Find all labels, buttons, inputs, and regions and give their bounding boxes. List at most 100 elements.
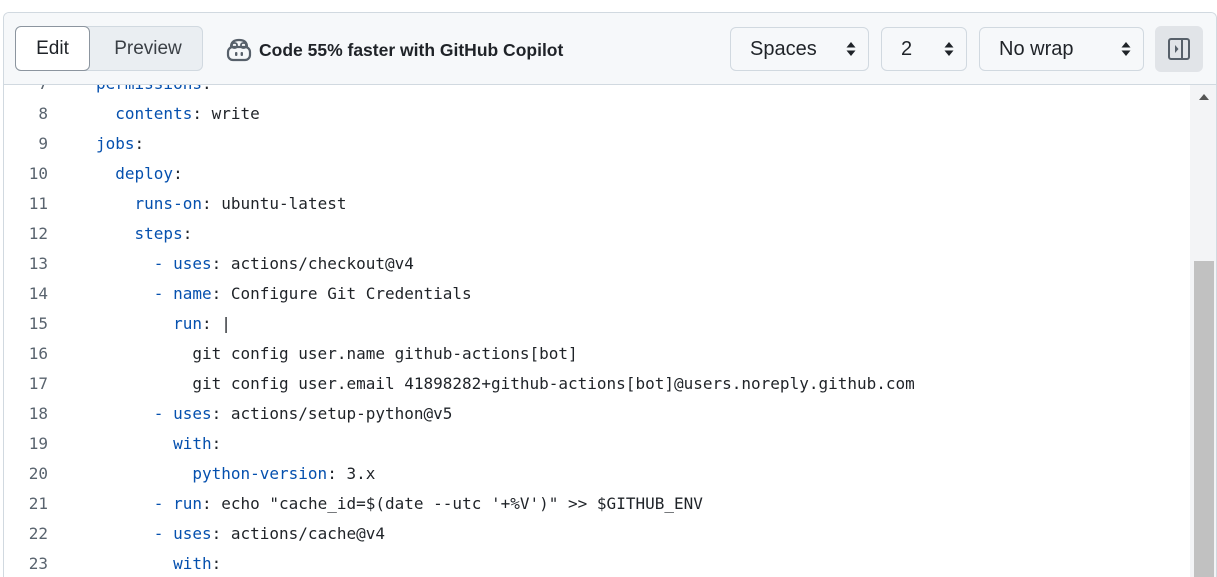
yaml-key: name: [173, 284, 212, 303]
code-line[interactable]: 20 python-version: 3.x: [4, 459, 1190, 489]
edit-tab-button[interactable]: Edit: [15, 26, 90, 71]
yaml-value: 3.x: [336, 464, 376, 483]
line-number: 22: [28, 524, 48, 543]
yaml-value: actions/setup-python@v5: [221, 404, 453, 423]
line-text: permissions:: [96, 85, 212, 99]
line-text: deploy:: [96, 159, 183, 189]
copilot-promo[interactable]: Code 55% faster with GitHub Copilot: [226, 37, 563, 63]
yaml-key: uses: [173, 404, 212, 423]
code-line[interactable]: 21 - run: echo "cache_id=$(date --utc '+…: [4, 489, 1190, 519]
colon: :: [182, 224, 193, 243]
line-number: 13: [28, 254, 48, 273]
line-text: with:: [96, 549, 221, 577]
indent-size-value: 2: [901, 37, 913, 60]
code-line[interactable]: 16 git config user.name github-actions[b…: [4, 339, 1190, 369]
yaml-value: git config user.name github-actions[bot]: [192, 344, 578, 363]
line-text: - run: echo "cache_id=$(date --utc '+%V'…: [96, 489, 703, 519]
line-text: contents: write: [96, 99, 260, 129]
code-line[interactable]: 12 steps:: [4, 219, 1190, 249]
line-number: 8: [38, 104, 48, 123]
side-panel-icon: [1168, 38, 1190, 60]
yaml-key: permissions: [96, 85, 202, 93]
line-text: - uses: actions/checkout@v4: [96, 249, 414, 279]
yaml-key: with: [173, 434, 212, 453]
line-number: 19: [28, 434, 48, 453]
code-line[interactable]: 13 - uses: actions/checkout@v4: [4, 249, 1190, 279]
code-line[interactable]: 11 runs-on: ubuntu-latest: [4, 189, 1190, 219]
line-number: 14: [28, 284, 48, 303]
indent-mode-value: Spaces: [750, 37, 817, 60]
list-dash: -: [153, 284, 174, 303]
yaml-key: jobs: [96, 134, 135, 153]
code-line[interactable]: 7 permissions:: [4, 85, 1190, 99]
line-number: 23: [28, 554, 48, 573]
line-text: runs-on: ubuntu-latest: [96, 189, 347, 219]
line-text: - uses: actions/cache@v4: [96, 519, 385, 549]
code-line[interactable]: 18 - uses: actions/setup-python@v5: [4, 399, 1190, 429]
scroll-up-arrow-icon[interactable]: [1199, 94, 1209, 100]
yaml-value: Configure Git Credentials: [221, 284, 472, 303]
yaml-key: steps: [134, 224, 183, 243]
wrap-mode-select[interactable]: No wrap: [979, 27, 1144, 71]
line-number: 16: [28, 344, 48, 363]
colon: :: [173, 164, 183, 183]
code-line[interactable]: 15 run: |: [4, 309, 1190, 339]
line-text: - uses: actions/setup-python@v5: [96, 399, 453, 429]
code-content[interactable]: 7permissions:8 contents: write9jobs:10 d…: [4, 85, 1190, 577]
code-line[interactable]: 17 git config user.email 41898282+github…: [4, 369, 1190, 399]
yaml-key: run: [173, 314, 202, 333]
yaml-value: echo "cache_id=$(date --utc '+%V')" >> $…: [211, 494, 703, 513]
list-dash: -: [153, 254, 174, 273]
code-line[interactable]: 8 contents: write: [4, 99, 1190, 129]
yaml-value: write: [201, 104, 260, 123]
toggle-side-panel-button[interactable]: [1155, 26, 1203, 72]
line-number: 9: [38, 134, 48, 153]
editor-toolbar: Edit Preview Code 55% faster with GitHub…: [4, 13, 1216, 85]
edit-preview-toggle: Edit Preview: [15, 26, 203, 71]
yaml-value: actions/checkout@v4: [221, 254, 414, 273]
colon: :: [201, 314, 212, 333]
colon: :: [211, 524, 222, 543]
colon: :: [211, 554, 222, 573]
yaml-key: deploy: [115, 164, 174, 183]
line-number: 7: [4, 85, 48, 99]
line-number: 17: [28, 374, 48, 393]
line-text: - name: Configure Git Credentials: [96, 279, 472, 309]
code-line[interactable]: 22 - uses: actions/cache@v4: [4, 519, 1190, 549]
code-line[interactable]: 19 with:: [4, 429, 1190, 459]
colon: :: [211, 434, 222, 453]
indent-size-select[interactable]: 2: [881, 27, 967, 71]
code-line[interactable]: 9 jobs:: [4, 129, 1190, 159]
code-editor: Edit Preview Code 55% faster with GitHub…: [3, 12, 1217, 577]
line-text: git config user.name github-actions[bot]: [96, 339, 578, 369]
colon: :: [201, 194, 212, 213]
code-line[interactable]: 23 with:: [4, 549, 1190, 577]
colon: :: [211, 404, 222, 423]
colon: :: [134, 134, 145, 153]
line-text: python-version: 3.x: [96, 459, 375, 489]
copilot-promo-text: Code 55% faster with GitHub Copilot: [259, 39, 564, 60]
list-dash: -: [153, 494, 174, 513]
code-line[interactable]: 10 deploy:: [4, 159, 1190, 189]
copilot-icon: [226, 38, 252, 62]
line-text: git config user.email 41898282+github-ac…: [96, 369, 914, 399]
indent-mode-select[interactable]: Spaces: [730, 27, 869, 71]
code-line[interactable]: 14 - name: Configure Git Credentials: [4, 279, 1190, 309]
vertical-scrollbar[interactable]: [1190, 85, 1216, 577]
yaml-key: runs-on: [134, 194, 202, 213]
colon: :: [192, 104, 202, 123]
colon: :: [211, 254, 222, 273]
scrollbar-thumb[interactable]: [1194, 261, 1214, 577]
line-text: steps:: [96, 219, 193, 249]
preview-tab-button[interactable]: Preview: [92, 26, 204, 71]
up-down-caret-icon: [944, 42, 954, 56]
